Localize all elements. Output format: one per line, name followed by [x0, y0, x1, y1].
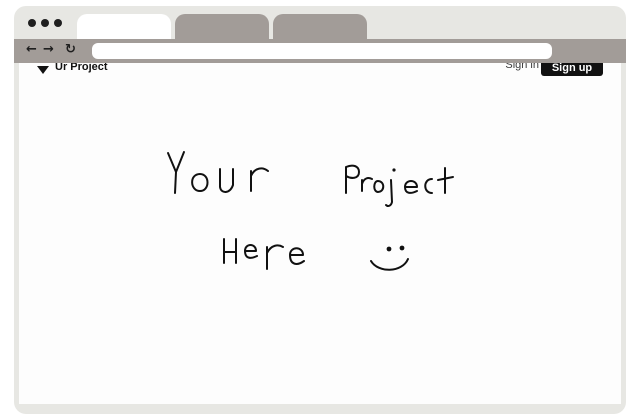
smiley-face-doodle [370, 245, 409, 271]
window-control-close[interactable] [28, 19, 36, 27]
address-bar[interactable] [92, 43, 552, 59]
browser-tab-active[interactable] [77, 14, 171, 39]
window-control-maximize[interactable] [54, 19, 62, 27]
handwritten-message [167, 151, 454, 271]
web-page-viewport: Ur Project Sign in Sign up [19, 63, 621, 404]
window-controls [28, 19, 62, 27]
reload-icon[interactable]: ↻ [65, 43, 76, 57]
back-arrow-icon[interactable]: ← [26, 43, 37, 57]
handwritten-line-your-project [167, 151, 454, 207]
browser-tab[interactable] [273, 14, 367, 39]
browser-window: ← → ↻ Ur Project Sign in Sign up [14, 6, 626, 414]
browser-toolbar: ← → ↻ [14, 39, 626, 63]
forward-arrow-icon[interactable]: → [43, 43, 54, 57]
window-control-minimize[interactable] [41, 19, 49, 27]
browser-tab[interactable] [175, 14, 269, 39]
handwritten-line-here [223, 238, 305, 270]
